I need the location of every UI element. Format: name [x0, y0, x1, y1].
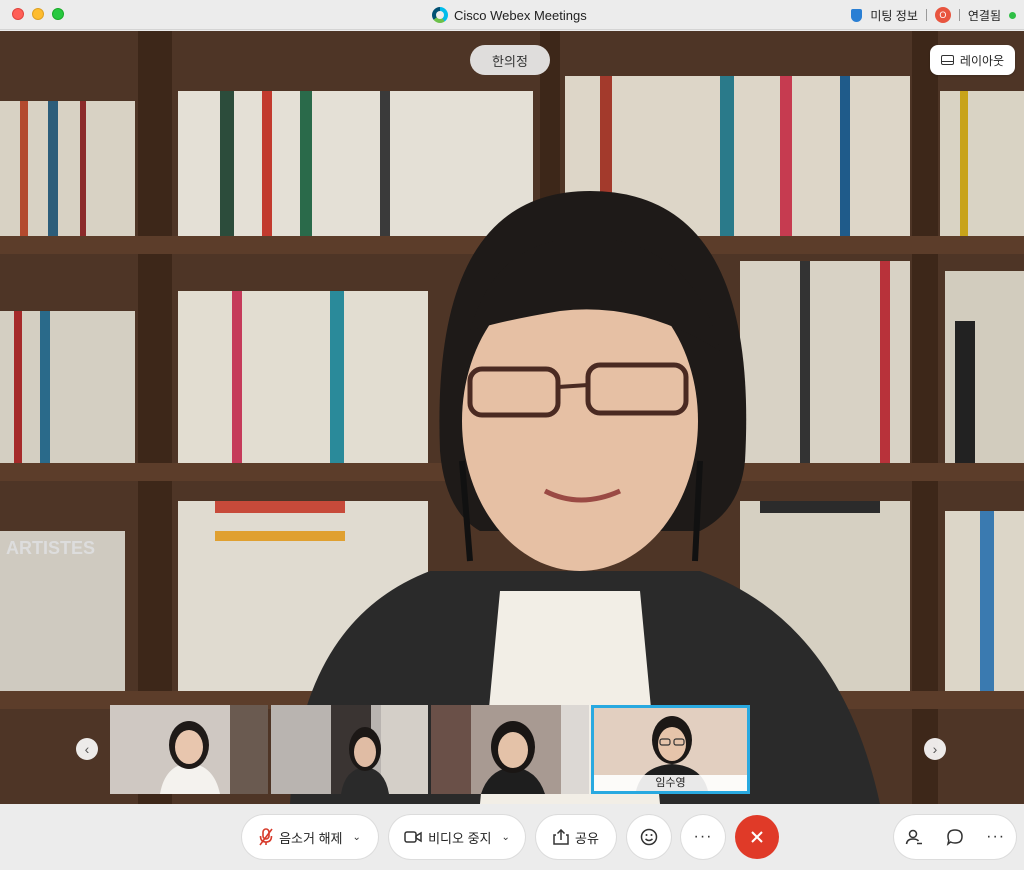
muted-microphone-icon — [259, 828, 273, 846]
video-scene: ARTISTES — [0, 31, 1024, 804]
active-speaker-name: 한의정 — [470, 45, 550, 75]
share-icon — [553, 829, 569, 845]
bookshelf-text: ARTISTES — [6, 538, 95, 558]
connection-status: 연결됨 — [967, 8, 1001, 23]
participant-thumbnail-active[interactable]: 임수영 — [591, 705, 750, 794]
stop-video-button[interactable]: 비디오 중지 ⌄ — [389, 815, 525, 859]
close-window-button[interactable] — [12, 8, 24, 20]
participant-video — [431, 705, 589, 794]
app-title: Cisco Webex Meetings — [432, 6, 587, 24]
thumbnail-prev-button[interactable]: ‹ — [76, 738, 98, 760]
layout-button[interactable]: 레이아웃 — [930, 45, 1015, 75]
chevron-left-icon: ‹ — [84, 741, 90, 757]
more-options-icon: ··· — [693, 828, 713, 845]
end-meeting-button[interactable] — [735, 815, 779, 859]
emoji-reaction-icon — [640, 828, 658, 846]
participants-icon — [906, 829, 923, 845]
more-options-icon: ··· — [986, 828, 1006, 845]
participant-thumbnail[interactable] — [431, 705, 589, 794]
panel-buttons-group: ··· — [894, 815, 1016, 859]
reactions-button[interactable] — [627, 815, 671, 859]
unmute-button[interactable]: 음소거 해제 ⌄ — [242, 815, 378, 859]
divider — [958, 9, 960, 21]
more-panels-button[interactable]: ··· — [978, 819, 1014, 855]
thumbnail-next-button[interactable]: › — [924, 738, 946, 760]
layout-icon — [940, 55, 954, 65]
chat-icon — [946, 829, 963, 846]
chat-panel-button[interactable] — [937, 819, 973, 855]
participant-thumbnail[interactable] — [110, 705, 268, 794]
chevron-right-icon: › — [932, 741, 938, 757]
layout-button-label: 레이아웃 — [959, 53, 1005, 68]
video-camera-icon — [404, 831, 422, 843]
close-icon — [751, 831, 763, 843]
share-label: 공유 — [575, 830, 599, 846]
divider — [925, 9, 927, 21]
participant-video — [271, 705, 428, 794]
title-bar: Cisco Webex Meetings 미팅 정보 O 연결됨 — [0, 0, 1024, 30]
shield-icon — [851, 8, 863, 22]
connection-status-dot — [1009, 11, 1016, 19]
minimize-window-button[interactable] — [32, 8, 44, 20]
participant-thumbnail[interactable] — [271, 705, 428, 794]
participants-panel-button[interactable] — [896, 819, 932, 855]
title-bar-status: 미팅 정보 O 연결됨 — [851, 6, 1016, 24]
app-title-text: Cisco Webex Meetings — [454, 7, 587, 23]
meeting-info-button[interactable]: 미팅 정보 — [870, 7, 918, 24]
chevron-down-icon[interactable]: ⌄ — [502, 832, 510, 843]
participant-name: 임수영 — [594, 775, 747, 791]
chevron-down-icon[interactable]: ⌄ — [353, 832, 361, 843]
active-speaker-video[interactable]: ARTISTES 한의정 레이아웃 ‹ › 임수영 — [0, 31, 1024, 804]
webex-logo-icon — [432, 7, 448, 23]
meeting-controls-toolbar: 음소거 해제 ⌄ 비디오 중지 ⌄ 공유 ··· ··· — [0, 804, 1024, 870]
unmute-label: 음소거 해제 — [279, 830, 343, 846]
stop-video-label: 비디오 중지 — [428, 830, 492, 846]
more-options-button[interactable]: ··· — [681, 815, 725, 859]
participant-video — [110, 705, 268, 794]
recording-icon[interactable]: O — [934, 7, 951, 23]
share-button[interactable]: 공유 — [536, 815, 616, 859]
maximize-window-button[interactable] — [52, 8, 64, 20]
